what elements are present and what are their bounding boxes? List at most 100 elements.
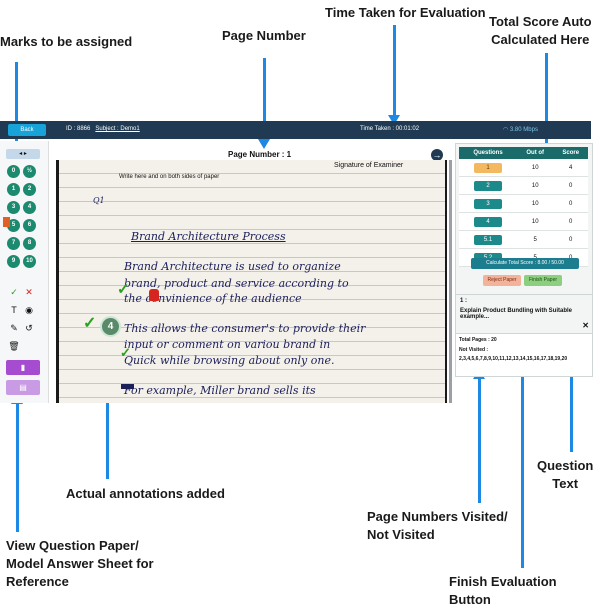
not-visited-pages: 2,3,4,5,6,7,8,9,10,11,12,13,14,15,16,17,… xyxy=(459,356,568,362)
total-pages: Total Pages : 20 xyxy=(459,337,497,343)
question-cell: 1 xyxy=(459,159,517,177)
score-cell: 4 xyxy=(553,159,588,177)
pages-visited-panel: Total Pages : 20 Not Visited : 2,3,4,5,6… xyxy=(455,333,593,377)
pen-icon[interactable]: ✎ xyxy=(8,322,20,334)
callout-finish-button: Finish Evaluation Button xyxy=(449,574,557,607)
callout-question-text-line1: Question xyxy=(537,458,594,473)
mark-button[interactable]: 3 xyxy=(7,201,20,214)
mark-button[interactable]: 9 xyxy=(7,255,20,268)
question-button[interactable]: 2 xyxy=(474,180,502,191)
question-row[interactable]: 5.1 5 0 xyxy=(459,230,588,249)
annotation-mark-badge: 4 xyxy=(100,316,121,337)
out-of-cell: 10 xyxy=(517,159,554,177)
question-text-number: 1 : xyxy=(460,298,468,304)
wifi-icon: ◠ xyxy=(503,127,509,133)
annotation-scribble xyxy=(121,384,134,389)
question-cell: 4 xyxy=(459,212,517,231)
question-row[interactable]: 4 10 0 xyxy=(459,212,588,231)
question-button[interactable]: 3 xyxy=(474,198,502,209)
mark-button[interactable]: ½ xyxy=(23,165,36,178)
question-cell: 2 xyxy=(459,176,517,195)
annotation-toolbar: ◂ ▸ 0 ½ 1 2 3 4 5 6 7 8 9 10 ✓ ✕ T ◉ ✎ ↺ 🗑 ▮ ▤ xyxy=(0,141,49,403)
question-row[interactable]: 3 10 0 xyxy=(459,194,588,213)
callout-pages-visited-line1: Page Numbers Visited/ xyxy=(367,509,508,524)
out-of-cell: 10 xyxy=(517,212,554,231)
mark-button[interactable]: 2 xyxy=(23,183,36,196)
question-button[interactable]: 1 xyxy=(474,162,502,173)
answer-line-8: For example, Miller brand sells its xyxy=(124,384,316,397)
annotation-check-icon: ✓ xyxy=(83,315,97,332)
mark-button[interactable]: 4 xyxy=(23,201,36,214)
question-table-header: Questions Out of Score xyxy=(459,147,588,159)
mark-button[interactable]: 0 xyxy=(7,165,20,178)
toolbar-header-icon[interactable]: ◂ ▸ xyxy=(6,149,40,159)
cross-icon[interactable]: ✕ xyxy=(23,286,35,298)
out-of-cell: 10 xyxy=(517,176,554,195)
write-hint: Write here and on both sides of paper xyxy=(119,174,220,180)
answer-line-6: input or comment on variou brand in xyxy=(124,338,331,351)
eye-icon[interactable]: ◉ xyxy=(23,304,35,316)
score-cell: 0 xyxy=(553,176,588,195)
answer-line-1: Brand Architecture Process xyxy=(131,230,286,243)
header-score: Score xyxy=(553,147,588,159)
out-of-cell: 10 xyxy=(517,194,554,213)
side-marker xyxy=(3,217,10,227)
question-row[interactable]: 1 10 4 xyxy=(459,159,588,177)
callout-view-qp-line3: Reference xyxy=(6,574,69,589)
answer-sheet-viewer[interactable]: Signature of Examiner Write here and on … xyxy=(56,160,452,403)
score-cell: 0 xyxy=(553,194,588,213)
signature-label: Signature of Examiner xyxy=(334,162,404,169)
score-cell: 0 xyxy=(553,212,588,231)
answer-line-5: This allows the consumer's to provide th… xyxy=(124,322,366,335)
view-question-paper-button[interactable]: ▤ xyxy=(6,380,40,395)
callout-annotations: Actual annotations added xyxy=(66,486,225,501)
callout-total-score: Total Score Auto Calculated Here xyxy=(489,13,592,49)
not-visited-label: Not Visited : xyxy=(459,347,489,353)
connection-speed: ◠ 3.80 Mbps xyxy=(503,126,538,133)
callout-time-taken: Time Taken for Evaluation xyxy=(325,5,486,20)
question-button[interactable]: 5.1 xyxy=(474,234,502,245)
mark-button[interactable]: 10 xyxy=(23,255,36,268)
trash-icon[interactable]: 🗑 xyxy=(8,340,20,352)
collapse-icon[interactable]: ✕ xyxy=(582,321,589,330)
time-taken: Time Taken : 00:01:02 xyxy=(360,126,420,132)
connection-speed-value: 3.80 Mbps xyxy=(509,127,538,133)
arrow-page-number-head xyxy=(258,139,270,149)
check-icon[interactable]: ✓ xyxy=(8,286,20,298)
finish-paper-button[interactable]: Finish Paper xyxy=(524,275,562,286)
callout-marks: Marks to be assigned xyxy=(0,34,133,49)
top-bar: Back ID : 8866 Subject : Demo1 Time Take… xyxy=(0,121,591,139)
callout-view-qp-line1: View Question Paper/ xyxy=(6,538,139,553)
callout-question-text-line2: Text xyxy=(552,476,579,491)
delete-all-button[interactable]: ▮ xyxy=(6,360,40,375)
header-out-of: Out of xyxy=(517,147,554,159)
calculate-total-score-button[interactable]: Calculate Total Score : 8.00 / 50.00 xyxy=(471,258,579,269)
arrow-view-qp xyxy=(16,402,19,532)
mark-button[interactable]: 6 xyxy=(23,219,36,232)
mark-button[interactable]: 1 xyxy=(7,183,20,196)
question-cell: 5.1 xyxy=(459,230,517,249)
header-questions: Questions xyxy=(459,147,517,159)
question-label: Q1 xyxy=(93,196,105,205)
callout-view-qp-line2: Model Answer Sheet for xyxy=(6,556,154,571)
annotation-hand-icon xyxy=(149,289,159,301)
mark-button[interactable]: 8 xyxy=(23,237,36,250)
callout-question-text: Question Text xyxy=(537,457,593,493)
undo-icon[interactable]: ↺ xyxy=(23,322,35,334)
paper-subject: Subject : Demo1 xyxy=(95,126,140,132)
callout-pages-visited-line2: Not Visited xyxy=(367,527,435,542)
question-button[interactable]: 4 xyxy=(474,216,502,227)
question-row[interactable]: 2 10 0 xyxy=(459,176,588,195)
paper-scrollbar[interactable] xyxy=(449,160,452,403)
mark-button[interactable]: 7 xyxy=(7,237,20,250)
back-button[interactable]: Back xyxy=(8,124,46,136)
out-of-cell: 5 xyxy=(517,230,554,249)
reject-paper-button[interactable]: Reject Paper xyxy=(483,275,521,286)
callout-total-score-line2: Calculated Here xyxy=(491,32,590,47)
paper-info: ID : 8866 Subject : Demo1 xyxy=(66,126,140,132)
page-number: Page Number : 1 xyxy=(228,150,292,159)
arrow-pages-visited xyxy=(478,376,481,503)
callout-total-score-line1: Total Score Auto xyxy=(489,14,592,29)
text-icon[interactable]: T xyxy=(8,304,20,316)
question-cell: 3 xyxy=(459,194,517,213)
